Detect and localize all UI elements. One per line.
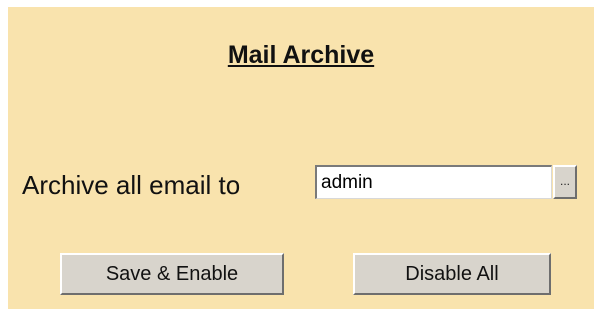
disable-all-button[interactable]: Disable All bbox=[353, 253, 551, 295]
archive-email-input[interactable]: admin bbox=[315, 165, 552, 199]
save-enable-button[interactable]: Save & Enable bbox=[60, 253, 284, 295]
browse-button[interactable]: ... bbox=[553, 165, 577, 199]
page-title: Mail Archive bbox=[227, 41, 375, 69]
mail-archive-panel: Mail Archive Archive all email to admin … bbox=[8, 7, 594, 309]
archive-email-label: Archive all email to bbox=[22, 170, 241, 200]
